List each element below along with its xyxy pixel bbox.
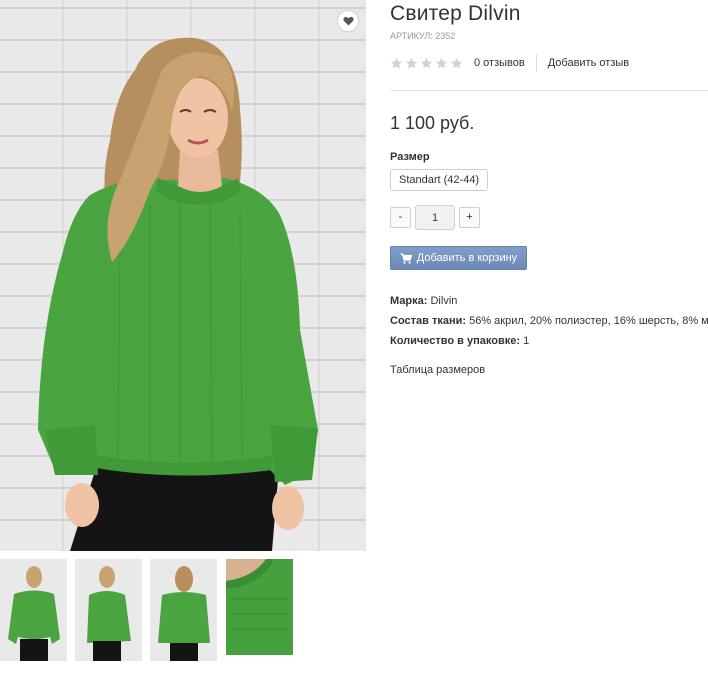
heart-icon — [342, 16, 354, 26]
add-to-cart-label: Добавить в корзину — [416, 252, 518, 264]
main-product-photo[interactable] — [0, 0, 366, 551]
property-value: Dilvin — [430, 295, 458, 307]
product-title: Свитер Dilvin — [390, 2, 521, 25]
size-table-link[interactable]: Таблица размеров — [390, 364, 485, 376]
model-in-sweater-illustration — [38, 37, 318, 551]
property-value: 1 — [523, 335, 530, 347]
property-row: Состав ткани: 56% акрил, 20% полиэстер, … — [390, 311, 708, 331]
reviews-count[interactable]: 0 отзывов — [474, 57, 525, 69]
star-icon[interactable] — [450, 57, 463, 70]
property-key: Марка: — [390, 295, 428, 307]
quantity-increase-button[interactable]: + — [459, 207, 480, 228]
product-price: 1 100 руб. — [390, 113, 475, 133]
rating-divider — [535, 54, 537, 72]
add-to-favorites-button[interactable] — [338, 11, 358, 31]
sku-value: 2352 — [435, 31, 456, 41]
thumbnail-4[interactable] — [226, 559, 293, 655]
star-icon[interactable] — [435, 57, 448, 70]
product-sku: АРТИКУЛ: 2352 — [390, 31, 455, 41]
thumbnail-4-image — [226, 559, 293, 655]
thumbnail-3[interactable] — [150, 559, 217, 661]
property-row: Количество в упаковке: 1 — [390, 331, 708, 351]
property-row: Марка: Dilvin — [390, 291, 708, 311]
shopping-cart-icon — [400, 252, 412, 264]
size-label: Размер — [390, 151, 430, 163]
thumbnail-2-image — [75, 559, 142, 661]
product-properties: Марка: Dilvin Состав ткани: 56% акрил, 2… — [390, 291, 708, 351]
property-key: Количество в упаковке: — [390, 335, 520, 347]
star-icon[interactable] — [405, 57, 418, 70]
add-review-link[interactable]: Добавить отзыв — [548, 57, 629, 69]
sku-label: АРТИКУЛ: — [390, 31, 433, 41]
star-icon[interactable] — [420, 57, 433, 70]
thumbnail-1-image — [0, 559, 67, 661]
property-value: 56% акрил, 20% полиэстер, 16% шерсть, 8%… — [469, 315, 708, 327]
star-icon[interactable] — [390, 57, 403, 70]
quantity-input[interactable] — [415, 205, 455, 230]
thumbnail-2[interactable] — [75, 559, 142, 661]
thumbnail-3-image — [150, 559, 217, 661]
section-divider — [390, 90, 708, 91]
size-option-standart[interactable]: Standart (42-44) — [390, 169, 489, 191]
thumbnail-1[interactable] — [0, 559, 67, 661]
property-key: Состав ткани: — [390, 315, 467, 327]
quantity-decrease-button[interactable]: - — [390, 207, 411, 228]
rating-row: 0 отзывов Добавить отзыв — [390, 54, 629, 72]
add-to-cart-button[interactable]: Добавить в корзину — [390, 246, 527, 270]
rating-stars[interactable] — [390, 57, 463, 70]
